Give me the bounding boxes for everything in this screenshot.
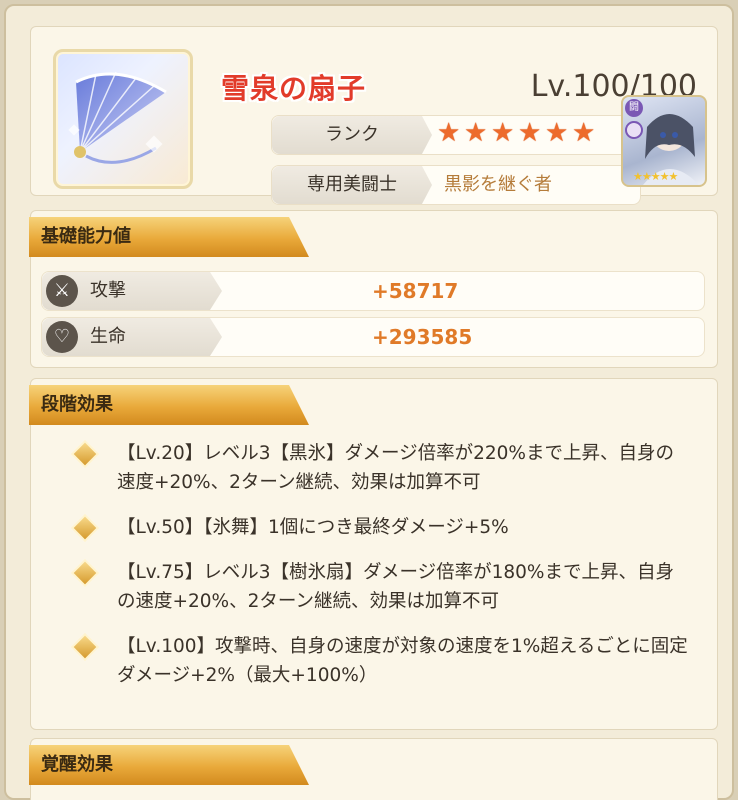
element-badge-icon — [625, 121, 643, 139]
stat-name-hp: 生命 — [90, 326, 126, 347]
star-icon: ★ — [545, 118, 569, 148]
rank-row: ランク ★ ★ ★ ★ ★ ★ — [271, 115, 641, 155]
rank-stars: ★ ★ ★ ★ ★ ★ — [437, 120, 598, 146]
list-item: 【Lv.100】攻撃時、自身の速度が対象の速度を1%超えるごとに固定ダメージ+2… — [71, 632, 691, 690]
effect-list: 【Lv.20】レベル3【黒氷】ダメージ倍率が220%まで上昇、自身の速度+20%… — [71, 439, 691, 706]
star-icon: ★ — [491, 118, 515, 148]
thumb-stars: ★★★★★ — [633, 170, 678, 183]
diamond-bullet-icon — [73, 516, 97, 540]
item-detail-window: 雪泉の扇子 Lv.100/100 ランク ★ ★ ★ ★ ★ ★ 専用美闘士 黒… — [4, 4, 734, 800]
star-icon: ★ — [464, 118, 488, 148]
base-stats-panel: 基礎能力値 ⚔ 攻撃 +58717 ♡ 生命 +293585 — [29, 210, 718, 368]
diamond-bullet-icon — [73, 561, 97, 585]
owner-row: 専用美闘士 黒影を継ぐ者 — [271, 165, 641, 205]
diamond-bullet-icon — [73, 442, 97, 466]
owner-label: 専用美闘士 — [272, 166, 432, 204]
list-item: 【Lv.75】レベル3【樹氷扇】ダメージ倍率が180%まで上昇、自身の速度+20… — [71, 558, 691, 616]
star-icon: ★ — [518, 118, 542, 148]
stat-row-attack: ⚔ 攻撃 +58717 — [41, 271, 705, 311]
class-badge-icon: 闘 — [625, 99, 643, 117]
awaken-effects-header: 覚醒効果 — [29, 745, 309, 785]
stat-value-hp: +293585 — [372, 325, 473, 349]
awaken-effects-panel: 覚醒効果 — [29, 738, 718, 800]
character-thumbnail[interactable]: 闘 ★★★★★ — [621, 95, 707, 187]
stage-effects-panel: 段階効果 【Lv.20】レベル3【黒氷】ダメージ倍率が220%まで上昇、自身の速… — [29, 378, 718, 730]
heart-icon: ♡ — [46, 321, 78, 353]
stat-value-attack: +58717 — [372, 279, 459, 303]
fan-item-icon[interactable] — [53, 49, 193, 189]
list-item: 【Lv.20】レベル3【黒氷】ダメージ倍率が220%まで上昇、自身の速度+20%… — [71, 439, 691, 497]
fan-icon — [68, 71, 167, 164]
base-stats-header: 基礎能力値 — [29, 217, 309, 257]
stat-name-attack: 攻撃 — [90, 280, 126, 301]
list-item: 【Lv.50】【氷舞】1個につき最終ダメージ+5% — [71, 513, 691, 542]
owner-value: 黒影を継ぐ者 — [444, 174, 552, 195]
diamond-bullet-icon — [73, 635, 97, 659]
stat-row-hp: ♡ 生命 +293585 — [41, 317, 705, 357]
rank-label: ランク — [272, 116, 432, 154]
stage-effects-header: 段階効果 — [29, 385, 309, 425]
star-icon: ★ — [437, 118, 461, 148]
sword-icon: ⚔ — [46, 275, 78, 307]
star-icon: ★ — [572, 118, 596, 148]
item-title: 雪泉の扇子 — [221, 72, 367, 105]
item-header-panel: 雪泉の扇子 Lv.100/100 ランク ★ ★ ★ ★ ★ ★ 専用美闘士 黒… — [30, 26, 718, 205]
